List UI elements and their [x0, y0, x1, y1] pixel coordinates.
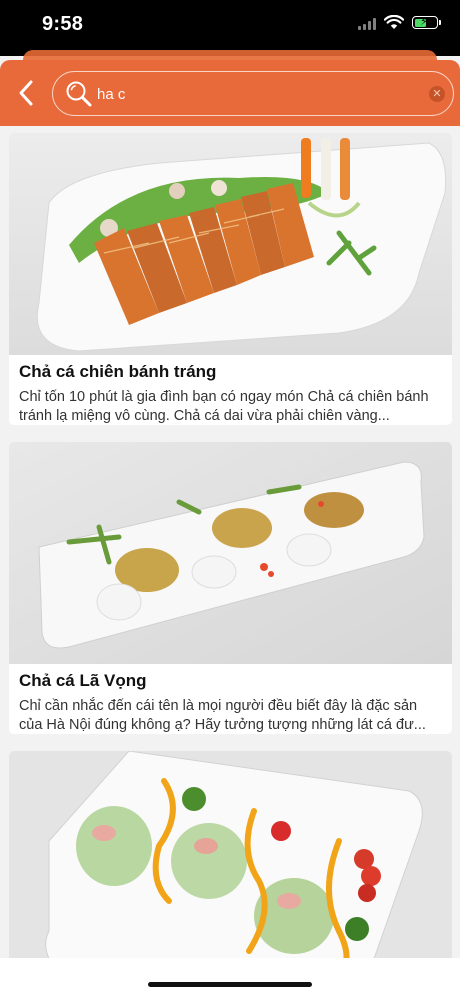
recipe-image	[9, 751, 452, 958]
chevron-left-icon	[19, 80, 33, 106]
search-input[interactable]	[97, 82, 417, 106]
recipe-image	[9, 133, 452, 355]
recipe-title: Chả cá chiên bánh tráng	[19, 362, 217, 381]
wifi-icon	[384, 15, 404, 29]
search-box[interactable]: ✕	[52, 71, 454, 116]
status-bar: 9:58 ⚡	[0, 0, 460, 56]
battery-icon: ⚡	[412, 16, 441, 29]
recipe-description: Chỉ tốn 10 phút là gia đình bạn có ngay …	[19, 389, 429, 424]
recipe-card[interactable]: Chả cá chiên bánh tráng Chỉ tốn 10 phút …	[9, 133, 452, 425]
recipe-list[interactable]: Chả cá chiên bánh tráng Chỉ tốn 10 phút …	[0, 126, 460, 958]
status-icons: ⚡	[358, 15, 441, 30]
recipe-card-body: Chả cá chiên bánh tráng Chỉ tốn 10 phút …	[9, 355, 452, 425]
search-icon	[66, 81, 92, 107]
search-header: ✕	[0, 60, 460, 126]
recipe-description: Chỉ cần nhắc đến cái tên là mọi người đề…	[19, 698, 426, 733]
recipe-image	[9, 442, 452, 664]
status-time: 9:58	[42, 13, 84, 35]
recipe-card-body: Chả cá Lã Vọng Chỉ cần nhắc đến cái tên …	[9, 664, 452, 734]
bottom-safe-area	[0, 958, 460, 996]
recipe-card[interactable]: Chả cá Lã Vọng Chỉ cần nhắc đến cái tên …	[9, 442, 452, 734]
back-button[interactable]	[12, 76, 44, 110]
recipe-title: Chả cá Lã Vọng	[19, 671, 147, 690]
cellular-signal-icon	[358, 16, 376, 30]
clear-search-icon[interactable]: ✕	[429, 86, 445, 102]
recipe-card[interactable]	[9, 751, 452, 958]
home-indicator[interactable]	[148, 982, 312, 987]
